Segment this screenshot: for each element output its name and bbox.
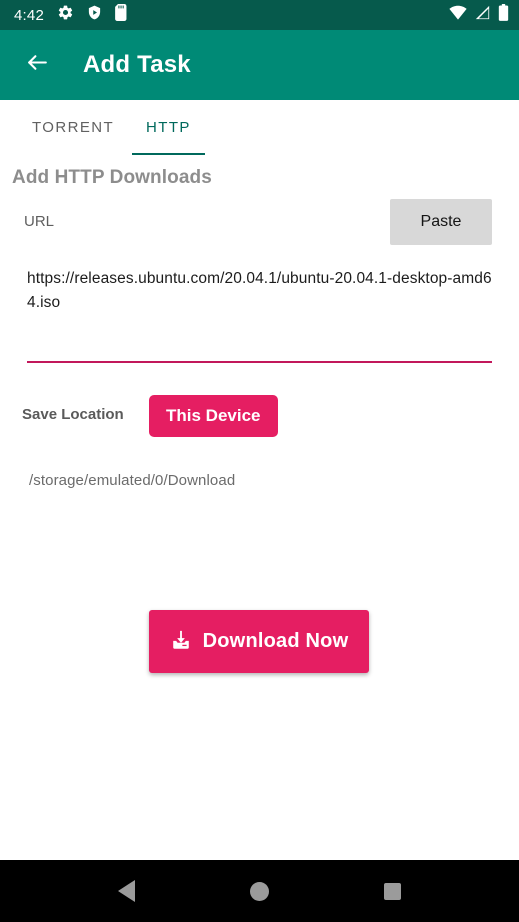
back-button[interactable] bbox=[20, 48, 54, 82]
url-input-underline bbox=[27, 361, 492, 363]
main-content: Add HTTP Downloads URL Paste https://rel… bbox=[0, 155, 519, 860]
nav-recents-icon bbox=[384, 882, 401, 900]
save-location-label: Save Location bbox=[22, 406, 124, 423]
url-row: URL Paste bbox=[0, 199, 519, 245]
section-heading: Add HTTP Downloads bbox=[12, 167, 212, 188]
battery-icon bbox=[498, 4, 509, 26]
cell-signal-icon bbox=[474, 5, 491, 25]
arrow-left-icon bbox=[25, 50, 50, 80]
save-path-text: /storage/emulated/0/Download bbox=[29, 472, 236, 489]
nav-home-button[interactable] bbox=[237, 868, 283, 914]
this-device-button[interactable]: This Device bbox=[149, 395, 278, 437]
nav-home-icon bbox=[250, 881, 269, 901]
sd-card-icon bbox=[115, 4, 128, 26]
tab-torrent[interactable]: TORRENT bbox=[16, 100, 130, 155]
paste-button[interactable]: Paste bbox=[390, 199, 492, 245]
status-bar-left: 4:42 bbox=[14, 4, 128, 26]
app-bar: Add Task bbox=[0, 30, 519, 100]
nav-back-button[interactable] bbox=[104, 868, 150, 914]
download-now-button[interactable]: Download Now bbox=[149, 610, 369, 673]
url-input-value: https://releases.ubuntu.com/20.04.1/ubun… bbox=[27, 270, 492, 311]
status-bar: 4:42 bbox=[0, 0, 519, 30]
url-input[interactable]: https://releases.ubuntu.com/20.04.1/ubun… bbox=[27, 267, 492, 363]
url-label: URL bbox=[24, 213, 55, 230]
nav-recents-button[interactable] bbox=[370, 868, 416, 914]
system-navigation-bar bbox=[0, 860, 519, 922]
download-now-label: Download Now bbox=[202, 630, 349, 652]
wifi-icon bbox=[449, 5, 467, 25]
status-bar-right bbox=[449, 4, 509, 26]
tab-http[interactable]: HTTP bbox=[130, 100, 207, 155]
gear-icon bbox=[57, 4, 74, 26]
tab-bar: TORRENT HTTP bbox=[0, 100, 519, 155]
download-icon bbox=[170, 629, 192, 654]
nav-back-icon bbox=[118, 880, 135, 902]
status-time: 4:42 bbox=[14, 6, 44, 24]
phone-screen: 4:42 Add Task TORRENT HTTP Add HTTP Down… bbox=[0, 0, 519, 922]
page-title: Add Task bbox=[83, 51, 191, 78]
shield-play-icon bbox=[87, 4, 102, 26]
save-location-row: Save Location This Device bbox=[0, 395, 519, 437]
